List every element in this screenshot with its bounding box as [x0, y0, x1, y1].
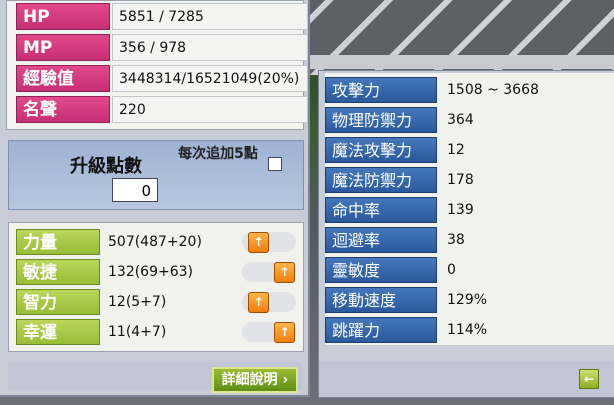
attribute-row-luk: 幸運 11(4+7) ↑ — [16, 319, 302, 347]
detail-row-hands: 靈敏度 0 — [325, 257, 614, 285]
avoidability-label: 迴避率 — [325, 227, 437, 253]
stat-row-exp: 經驗值 3448314/16521049(20%) — [8, 65, 308, 93]
fame-label: 名聲 — [16, 96, 110, 123]
jump-label: 跳躍力 — [325, 317, 437, 343]
character-stats-window: HP 5851 / 7285 MP 356 / 978 經驗值 3448314/… — [0, 0, 310, 397]
detail-button-label: 詳細說明 — [221, 372, 278, 388]
exp-value: 3448314/16521049(20%) — [112, 65, 308, 92]
attribute-row-int: 智力 12(5+7) ↑ — [16, 289, 302, 317]
magic-defense-label: 魔法防禦力 — [325, 167, 437, 193]
hp-value: 5851 / 7285 — [112, 3, 308, 30]
attribute-row-dex: 敏捷 132(69+63) ↑ — [16, 259, 302, 287]
magic-defense-value: 178 — [447, 172, 474, 188]
stat-row-mp: MP 356 / 978 — [8, 34, 308, 62]
hands-label: 靈敏度 — [325, 257, 437, 283]
stat-row-fame: 名聲 220 — [8, 96, 308, 124]
attribute-row-str: 力量 507(487+20) ↑ — [16, 229, 302, 257]
stat-row-hp: HP 5851 / 7285 — [8, 3, 308, 31]
chevron-right-icon: › — [282, 372, 289, 388]
plus-icon[interactable]: ↑ — [248, 232, 269, 253]
avoidability-value: 38 — [447, 232, 465, 248]
detail-row-physical-defense: 物理防禦力 364 — [325, 107, 614, 135]
attack-label: 攻擊力 — [325, 77, 437, 103]
accuracy-label: 命中率 — [325, 197, 437, 223]
detail-row-avoidability: 迴避率 38 — [325, 227, 614, 255]
mp-label: MP — [16, 34, 110, 61]
speed-label: 移動速度 — [325, 287, 437, 313]
luk-label: 幸運 — [16, 319, 100, 345]
speed-value: 129% — [447, 292, 488, 308]
detail-row-jump: 跳躍力 114% — [325, 317, 614, 345]
physical-defense-value: 364 — [447, 112, 474, 128]
auto-assign-label: 每次追加5點 — [178, 146, 258, 162]
detail-stats-window: 攻擊力 1508 ~ 3668 物理防禦力 364 魔法攻擊力 12 魔法防禦力… — [318, 70, 614, 398]
detail-button[interactable]: 詳細說明 › — [212, 367, 298, 393]
mp-value: 356 / 978 — [112, 34, 308, 61]
magic-attack-label: 魔法攻擊力 — [325, 137, 437, 163]
background-rail-bar — [300, 55, 614, 69]
hp-label: HP — [16, 3, 110, 30]
auto-assign-checkbox[interactable] — [268, 157, 282, 171]
dex-label: 敏捷 — [16, 259, 100, 285]
detail-row-attack: 攻擊力 1508 ~ 3668 — [325, 77, 614, 105]
attack-value: 1508 ~ 3668 — [447, 82, 539, 98]
magic-attack-value: 12 — [447, 142, 465, 158]
jump-value: 114% — [447, 322, 488, 338]
hands-value: 0 — [447, 262, 456, 278]
detail-row-magic-attack: 魔法攻擊力 12 — [325, 137, 614, 165]
detail-row-magic-defense: 魔法防禦力 178 — [325, 167, 614, 195]
detail-row-speed: 移動速度 129% — [325, 287, 614, 315]
int-label: 智力 — [16, 289, 100, 315]
plus-icon[interactable]: ↑ — [274, 322, 295, 343]
ability-points-title: 升級點數 — [70, 156, 142, 177]
plus-icon[interactable]: ↑ — [248, 292, 269, 313]
ability-points-value: 0 — [112, 178, 158, 202]
detail-window-footer — [319, 361, 614, 397]
fame-value: 220 — [112, 96, 308, 123]
exp-label: 經驗值 — [16, 65, 110, 92]
plus-icon[interactable]: ↑ — [274, 262, 295, 283]
accuracy-value: 139 — [447, 202, 474, 218]
detail-row-accuracy: 命中率 139 — [325, 197, 614, 225]
physical-defense-label: 物理防禦力 — [325, 107, 437, 133]
str-label: 力量 — [16, 229, 100, 255]
back-arrow-icon[interactable]: ← — [579, 369, 599, 389]
